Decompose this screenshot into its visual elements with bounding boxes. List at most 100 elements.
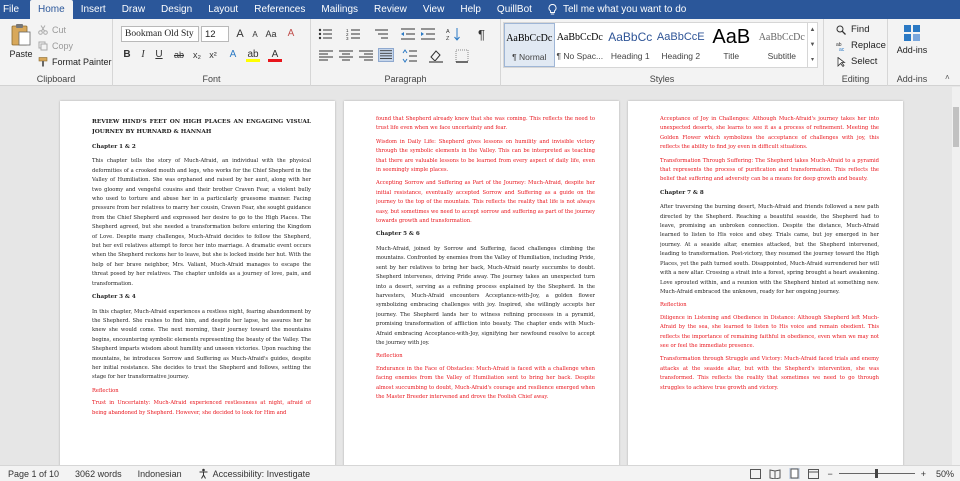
document-title: REVIEW HIND'S FEET ON HIGH PLACES AN ENG… xyxy=(92,119,311,135)
bullets-icon[interactable] xyxy=(318,27,334,41)
tab-view[interactable]: View xyxy=(415,0,453,19)
align-left-icon[interactable] xyxy=(318,49,334,63)
style-no-spacing[interactable]: AaBbCcDc ¶ No Spac... xyxy=(555,23,606,67)
paste-label: Paste xyxy=(9,49,33,59)
zoom-slider-thumb[interactable] xyxy=(874,469,878,478)
vertical-scrollbar[interactable] xyxy=(952,87,960,465)
tab-mailings[interactable]: Mailings xyxy=(313,0,366,19)
style-title[interactable]: AaB Title xyxy=(706,23,757,67)
tab-design[interactable]: Design xyxy=(153,0,200,19)
justify-icon[interactable] xyxy=(378,48,394,62)
replace-button[interactable]: ab ac Replace xyxy=(836,40,886,51)
document-page-2[interactable]: found that Shepherd already knew that sh… xyxy=(344,101,619,465)
borders-icon[interactable] xyxy=(454,49,470,63)
document-area[interactable]: REVIEW HIND'S FEET ON HIGH PLACES AN ENG… xyxy=(0,87,952,465)
shrink-font-button[interactable]: A xyxy=(248,28,262,42)
grow-font-button[interactable]: A xyxy=(233,27,247,41)
find-button[interactable]: Find xyxy=(836,24,869,35)
zoom-slider[interactable] xyxy=(838,469,915,478)
clipboard-group-label: Clipboard xyxy=(36,74,76,84)
clear-formatting-button[interactable]: A xyxy=(284,27,298,41)
cursor-arrow-icon xyxy=(837,56,846,67)
superscript-button[interactable]: x² xyxy=(206,48,220,62)
paragraph: Much-Afraid, joined by Sorrow and Suffer… xyxy=(376,245,595,346)
shading-icon[interactable] xyxy=(428,49,444,63)
zoom-in-button[interactable]: + xyxy=(921,469,926,479)
word-count[interactable]: 3062 words xyxy=(67,469,130,479)
format-painter-button[interactable]: Format Painter xyxy=(38,55,112,69)
tab-draw[interactable]: Draw xyxy=(114,0,153,19)
tab-quillbot[interactable]: QuillBot xyxy=(489,0,540,19)
highlight-button[interactable]: ab xyxy=(246,48,260,62)
cut-label: Cut xyxy=(52,25,67,35)
paragraph: After traversing the burning desert, Muc… xyxy=(660,204,879,295)
accessibility-checker[interactable]: Accessibility: Investigate xyxy=(190,468,319,479)
copy-button[interactable]: Copy xyxy=(38,39,73,53)
tab-layout[interactable]: Layout xyxy=(200,0,246,19)
read-mode-icon[interactable] xyxy=(769,468,781,479)
tell-me-search[interactable]: Tell me what you want to do xyxy=(548,0,686,19)
italic-button[interactable]: I xyxy=(136,48,150,62)
addins-icon xyxy=(904,25,920,41)
font-size-combobox[interactable]: 12 xyxy=(201,26,229,42)
select-button[interactable]: Select xyxy=(836,56,877,67)
focus-mode-icon[interactable] xyxy=(750,468,762,479)
show-formatting-icon[interactable]: ¶ xyxy=(476,27,492,41)
editing-group-label: Editing xyxy=(841,74,870,84)
collapse-ribbon-icon[interactable]: ˄ xyxy=(945,73,950,82)
tab-help[interactable]: Help xyxy=(452,0,489,19)
svg-text:¶: ¶ xyxy=(478,27,485,41)
paragraph: This chapter tells the story of Much-Afr… xyxy=(92,158,311,287)
styles-gallery: AaBbCcDc ¶ Normal AaBbCcDc ¶ No Spac... … xyxy=(503,22,808,68)
chapter-heading: Chapter 5 & 6 xyxy=(376,231,420,238)
paste-button[interactable]: Paste xyxy=(4,23,38,69)
underline-button[interactable]: U xyxy=(152,48,166,62)
addins-button[interactable]: Add-ins xyxy=(894,23,930,55)
tab-review[interactable]: Review xyxy=(366,0,415,19)
reflection-label: Reflection xyxy=(376,353,403,360)
tab-references[interactable]: References xyxy=(246,0,313,19)
tab-insert[interactable]: Insert xyxy=(73,0,114,19)
font-name-combobox[interactable]: Bookman Old Sty xyxy=(121,26,199,42)
print-layout-icon[interactable] xyxy=(789,468,801,479)
reflection-paragraph: Wisdom in Daily Life: Shepherd gives les… xyxy=(376,138,595,174)
style-subtitle[interactable]: AaBbCcDc Subtitle xyxy=(757,23,808,67)
file-tab[interactable]: File xyxy=(0,0,30,19)
style-heading-1[interactable]: AaBbCc Heading 1 xyxy=(605,23,656,67)
style-heading-1-name: Heading 1 xyxy=(610,51,650,61)
scrollbar-thumb[interactable] xyxy=(953,107,959,147)
language-indicator[interactable]: Indonesian xyxy=(130,469,190,479)
reflection-paragraph: Accepting Sorrow and Suffering as Part o… xyxy=(376,180,595,225)
subscript-button[interactable]: x₂ xyxy=(190,48,204,62)
paragraph: In this chapter, Much-Afraid experiences… xyxy=(92,308,311,381)
decrease-indent-icon[interactable] xyxy=(400,27,416,41)
sort-icon[interactable]: AZ xyxy=(446,27,462,41)
document-page-1[interactable]: REVIEW HIND'S FEET ON HIGH PLACES AN ENG… xyxy=(60,101,335,465)
style-normal-name: ¶ Normal xyxy=(512,52,547,62)
styles-gallery-scroll[interactable]: ▲ ▼ ▾ xyxy=(808,22,818,68)
font-color-button[interactable]: A xyxy=(268,48,282,62)
zoom-out-button[interactable]: − xyxy=(827,469,832,479)
accessibility-icon xyxy=(199,468,208,479)
page-1-content: REVIEW HIND'S FEET ON HIGH PLACES AN ENG… xyxy=(92,117,311,465)
clipboard-group: Paste Cut Copy Format Painter Clipboard xyxy=(0,19,113,86)
style-normal[interactable]: AaBbCcDc ¶ Normal xyxy=(504,23,555,67)
zoom-level[interactable]: 50% xyxy=(936,469,954,479)
align-right-icon[interactable] xyxy=(358,49,374,63)
increase-indent-icon[interactable] xyxy=(420,27,436,41)
bold-button[interactable]: B xyxy=(120,48,134,62)
format-painter-label: Format Painter xyxy=(52,57,112,67)
strikethrough-button[interactable]: ab xyxy=(172,48,186,62)
web-layout-icon[interactable] xyxy=(808,468,820,479)
tab-home[interactable]: Home xyxy=(30,0,73,19)
align-center-icon[interactable] xyxy=(338,49,354,63)
line-spacing-icon[interactable] xyxy=(402,49,418,63)
page-count[interactable]: Page 1 of 10 xyxy=(0,469,67,479)
numbering-icon[interactable]: 123 xyxy=(346,27,362,41)
document-page-3[interactable]: Acceptance of Joy in Challenges: Althoug… xyxy=(628,101,903,465)
change-case-button[interactable]: Aa xyxy=(264,27,278,41)
cut-button[interactable]: Cut xyxy=(38,23,66,37)
multilevel-list-icon[interactable] xyxy=(374,27,390,41)
text-effects-button[interactable]: A xyxy=(226,48,240,62)
style-heading-2[interactable]: AaBbCcE Heading 2 xyxy=(656,23,707,67)
